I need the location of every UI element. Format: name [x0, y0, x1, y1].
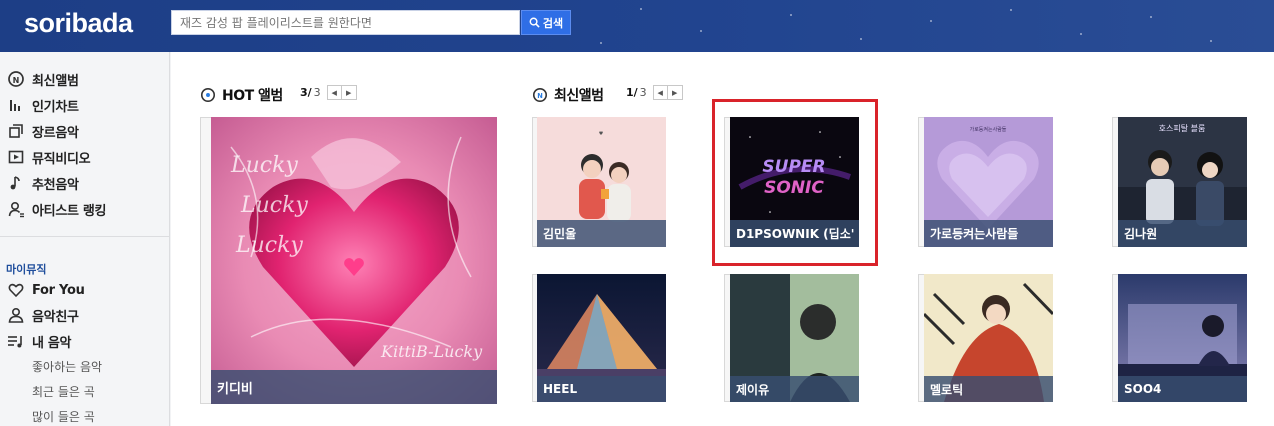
search-icon [529, 17, 540, 28]
sidebar-item-label: 최신앨범 [32, 73, 79, 89]
latest-album-card-3[interactable]: 가로등켜는사람들 가로등켜는사람들 [924, 117, 1053, 247]
album-artist: 키디비 [211, 370, 497, 404]
sidebar-item-label: For You [32, 282, 85, 298]
sidebar-divider [0, 236, 170, 237]
album-artist: 김나원 [1118, 220, 1247, 247]
sidebar: N 최신앨범 인기차트 장르음악 뮤직비디오 추천음악 아티스트 랭킹 마이뮤직 [0, 52, 170, 426]
latest-album-card-4[interactable]: 호스피탈 블룸 김나원 [1118, 117, 1247, 247]
chart-icon [6, 95, 26, 115]
latest-page-current: 1/ [626, 86, 638, 99]
heart-icon [6, 280, 26, 300]
album-cover-image: Lucky Lucky Lucky KittiB-Lucky [211, 117, 497, 404]
playlist-icon [6, 331, 26, 351]
svg-text:♥: ♥ [599, 131, 604, 137]
sidebar-item-artist-ranking[interactable]: 아티스트 랭킹 [6, 198, 106, 220]
sidebar-item-recommend[interactable]: 추천음악 [6, 172, 79, 194]
search-box[interactable] [171, 10, 520, 35]
latest-page-total: 3 [639, 86, 647, 99]
sidebar-item-label: 뮤직비디오 [32, 151, 91, 167]
svg-text:Lucky: Lucky [235, 233, 303, 258]
hot-prev-button[interactable]: ◀ [326, 85, 342, 100]
hot-album-card[interactable]: Lucky Lucky Lucky KittiB-Lucky 키디비 [211, 117, 497, 404]
hot-pager: 3/ 3 ◀ ▶ [300, 85, 357, 100]
music-note-icon [6, 173, 26, 193]
search-input[interactable] [172, 11, 519, 34]
latest-prev-button[interactable]: ◀ [652, 85, 668, 100]
sidebar-item-label: 내 음악 [32, 335, 72, 351]
latest-album-title: N 최신앨범 [532, 85, 604, 105]
album-artist: 멜로틱 [924, 376, 1053, 402]
sidebar-item-my-music[interactable]: 내 음악 [6, 330, 72, 352]
sidebar-item-friends[interactable]: 음악친구 [6, 304, 79, 326]
latest-album-card-6[interactable]: 제이유 [730, 274, 859, 402]
latest-album-card-7[interactable]: 멜로틱 [924, 274, 1053, 402]
hot-next-button[interactable]: ▶ [341, 85, 357, 100]
svg-text:Lucky: Lucky [240, 193, 308, 218]
latest-album-card-1[interactable]: ♥ 김민울 [537, 117, 666, 247]
top-header: soribada 검색 [0, 0, 1274, 52]
latest-pager: 1/ 3 ◀ ▶ [626, 85, 683, 100]
svg-text:SONIC: SONIC [764, 178, 824, 198]
video-icon [6, 147, 26, 167]
album-artist: 가로등켜는사람들 [924, 220, 1053, 247]
sidebar-item-label: 아티스트 랭킹 [32, 203, 107, 219]
genre-icon [6, 121, 26, 141]
latest-album-card-5[interactable]: HEEL [537, 274, 666, 402]
my-music-label: 마이뮤직 [6, 263, 47, 276]
album-artist: 김민울 [537, 220, 666, 247]
album-artist: 제이유 [730, 376, 859, 402]
sidebar-item-label: 음악친구 [32, 309, 79, 325]
search-button-label: 검색 [542, 16, 564, 30]
sidebar-item-label: 추천음악 [32, 177, 79, 193]
album-artist: HEEL [537, 376, 666, 402]
artist-icon [6, 199, 26, 219]
svg-text:N: N [13, 76, 20, 85]
svg-text:가로등켜는사람들: 가로등켜는사람들 [970, 126, 1007, 133]
latest-next-button[interactable]: ▶ [667, 85, 683, 100]
sidebar-sub-liked[interactable]: 좋아하는 음악 [32, 358, 102, 375]
svg-text:KittiB-Lucky: KittiB-Lucky [380, 342, 483, 361]
sidebar-item-video[interactable]: 뮤직비디오 [6, 146, 91, 168]
new-album-icon: N [532, 87, 548, 103]
new-album-icon [200, 87, 216, 103]
svg-text:Lucky: Lucky [230, 153, 298, 178]
sidebar-sub-recent[interactable]: 최근 들은 곡 [32, 383, 95, 400]
friends-icon [6, 305, 26, 325]
sidebar-item-label: 장르음악 [32, 125, 79, 141]
svg-text:SUPER: SUPER [762, 157, 825, 177]
sidebar-sub-most-played[interactable]: 많이 들은 곡 [32, 408, 95, 425]
new-album-icon: N [6, 69, 26, 89]
sidebar-item-label: 인기차트 [32, 99, 79, 115]
album-artist: D1PSOWNIK (딥소' [730, 220, 859, 247]
sidebar-item-new-album[interactable]: N 최신앨범 [6, 68, 79, 90]
sidebar-item-chart[interactable]: 인기차트 [6, 94, 79, 116]
sidebar-item-genre[interactable]: 장르음악 [6, 120, 79, 142]
soribada-logo[interactable]: soribada [24, 8, 133, 39]
sidebar-item-for-you[interactable]: For You [6, 279, 85, 301]
album-artist: SOO4 [1118, 376, 1247, 402]
hot-page-total: 3 [313, 86, 321, 99]
latest-album-card-2[interactable]: SUPER SONIC D1PSOWNIK (딥소' [730, 117, 859, 247]
latest-album-card-8[interactable]: SOO4 [1118, 274, 1247, 402]
svg-text:N: N [537, 92, 543, 100]
search-button[interactable]: 검색 [521, 10, 571, 35]
hot-page-current: 3/ [300, 86, 312, 99]
hot-album-title: HOT 앨범 [200, 85, 283, 105]
svg-text:호스피탈 블룸: 호스피탈 블룸 [1159, 123, 1206, 133]
